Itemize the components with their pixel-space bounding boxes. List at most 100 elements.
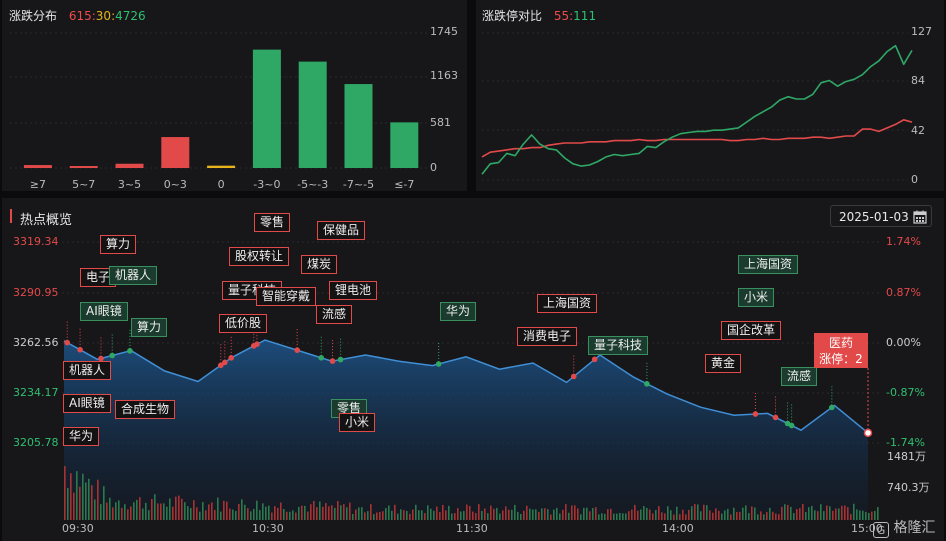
volume-bar xyxy=(187,506,189,520)
volume-bar xyxy=(370,504,372,520)
bar-≥7 xyxy=(23,165,52,168)
volume-bar xyxy=(583,507,585,520)
volume-bar xyxy=(409,513,411,520)
volume-bar xyxy=(118,500,120,520)
volume-bar xyxy=(436,506,438,520)
volume-bar xyxy=(211,502,213,520)
volume-bar xyxy=(439,512,441,520)
topic-tag[interactable]: 华为 xyxy=(440,302,477,321)
topic-tag[interactable]: 机器人 xyxy=(63,361,112,380)
volume-bar xyxy=(526,505,528,520)
volume-bar xyxy=(301,505,303,520)
volume-bar xyxy=(793,513,795,520)
sector-callout[interactable]: 医药 涨停：2 xyxy=(814,333,868,368)
volume-bar xyxy=(178,495,180,520)
volume-bar xyxy=(247,508,249,520)
index-area xyxy=(64,340,868,520)
topic-marker xyxy=(435,361,442,367)
volume-bar xyxy=(250,511,252,520)
volume-bar xyxy=(628,511,630,520)
volume-bar xyxy=(856,509,858,520)
volume-bar xyxy=(565,504,567,520)
topic-tag[interactable]: 国企改革 xyxy=(721,321,782,340)
topic-tag[interactable]: 黄金 xyxy=(705,354,742,373)
topic-tag[interactable]: 锂电池 xyxy=(329,281,378,300)
topic-tag[interactable]: 小米 xyxy=(339,413,376,432)
topic-tag[interactable]: 保健品 xyxy=(317,221,366,240)
volume-bar xyxy=(355,509,357,520)
volume-bar xyxy=(736,511,738,520)
topic-marker xyxy=(109,352,116,359)
volume-bar xyxy=(283,509,285,520)
topic-tag[interactable]: 合成生物 xyxy=(115,400,176,419)
x-tick-label: -3~0 xyxy=(253,178,280,191)
volume-bar xyxy=(373,514,375,520)
topic-tag[interactable]: 流感 xyxy=(781,367,818,386)
volume-bar xyxy=(322,506,324,520)
volume-bar xyxy=(655,509,657,520)
topic-marker xyxy=(788,422,795,429)
topic-tag[interactable]: 股权转让 xyxy=(229,247,290,266)
volume-bar xyxy=(517,511,519,520)
watermark-logo: G 格隆汇 xyxy=(873,517,935,538)
volume-bar xyxy=(514,504,516,520)
topic-tag[interactable]: 智能穿戴 xyxy=(256,287,317,306)
volume-bar xyxy=(637,510,639,520)
bar-5~7 xyxy=(69,166,98,168)
volume-bar xyxy=(100,504,102,520)
topic-tag[interactable]: AI眼镜 xyxy=(80,302,128,321)
volume-bar xyxy=(151,498,153,520)
volume-bar xyxy=(541,508,543,520)
volume-bar xyxy=(106,502,108,520)
volume-bar xyxy=(616,513,618,520)
volume-bar xyxy=(538,511,540,520)
volume-bar xyxy=(712,512,714,520)
volume-bar xyxy=(532,509,534,520)
volume-bar xyxy=(76,471,78,520)
volume-bar xyxy=(271,512,273,520)
volume-bar xyxy=(115,502,117,520)
volume-bar xyxy=(142,508,144,520)
topic-tag[interactable]: 低价股 xyxy=(219,314,268,333)
volume-bar xyxy=(364,512,366,520)
topic-marker xyxy=(752,411,759,417)
volume-bar xyxy=(121,507,123,520)
volume-bar xyxy=(400,509,402,520)
volume-bar xyxy=(523,510,525,520)
topic-tag[interactable]: 华为 xyxy=(63,427,100,446)
topic-tag[interactable]: 小米 xyxy=(738,288,775,307)
volume-bar xyxy=(757,514,759,520)
topic-tag[interactable]: 消费电子 xyxy=(517,327,578,346)
volume-bar xyxy=(574,505,576,520)
volume-bar xyxy=(169,498,171,520)
volume-bar xyxy=(604,513,606,520)
topic-tag[interactable]: 流感 xyxy=(316,305,353,324)
volume-bar xyxy=(220,511,222,520)
volume-bar xyxy=(88,478,90,520)
topic-tag[interactable]: 算力 xyxy=(131,318,168,337)
x-tick-label: ≤-7 xyxy=(394,178,414,191)
topic-tag[interactable]: 量子科技 xyxy=(588,336,649,355)
volume-bar xyxy=(829,506,831,520)
volume-bar xyxy=(172,506,174,520)
volume-bar xyxy=(181,498,183,520)
topic-tag[interactable]: 算力 xyxy=(100,235,137,254)
volume-bar xyxy=(643,506,645,520)
topic-tag[interactable]: AI眼镜 xyxy=(63,394,111,413)
topic-tag[interactable]: 煤炭 xyxy=(301,255,338,274)
volume-bar xyxy=(652,513,654,520)
topic-tag[interactable]: 上海国资 xyxy=(738,255,799,274)
volume-bar xyxy=(796,509,798,520)
topic-tag[interactable]: 机器人 xyxy=(109,266,158,285)
volume-bar xyxy=(310,504,312,520)
volume-bar xyxy=(493,508,495,520)
volume-bar xyxy=(226,501,228,520)
topic-tag[interactable]: 上海国资 xyxy=(537,294,598,313)
x-tick-label: -7~-5 xyxy=(343,178,374,191)
volume-bar xyxy=(826,505,828,520)
topic-tag[interactable]: 零售 xyxy=(254,213,291,232)
volume-bar xyxy=(241,499,243,520)
volume-bar xyxy=(148,510,150,520)
volume-bar xyxy=(685,514,687,520)
volume-bar xyxy=(688,509,690,520)
